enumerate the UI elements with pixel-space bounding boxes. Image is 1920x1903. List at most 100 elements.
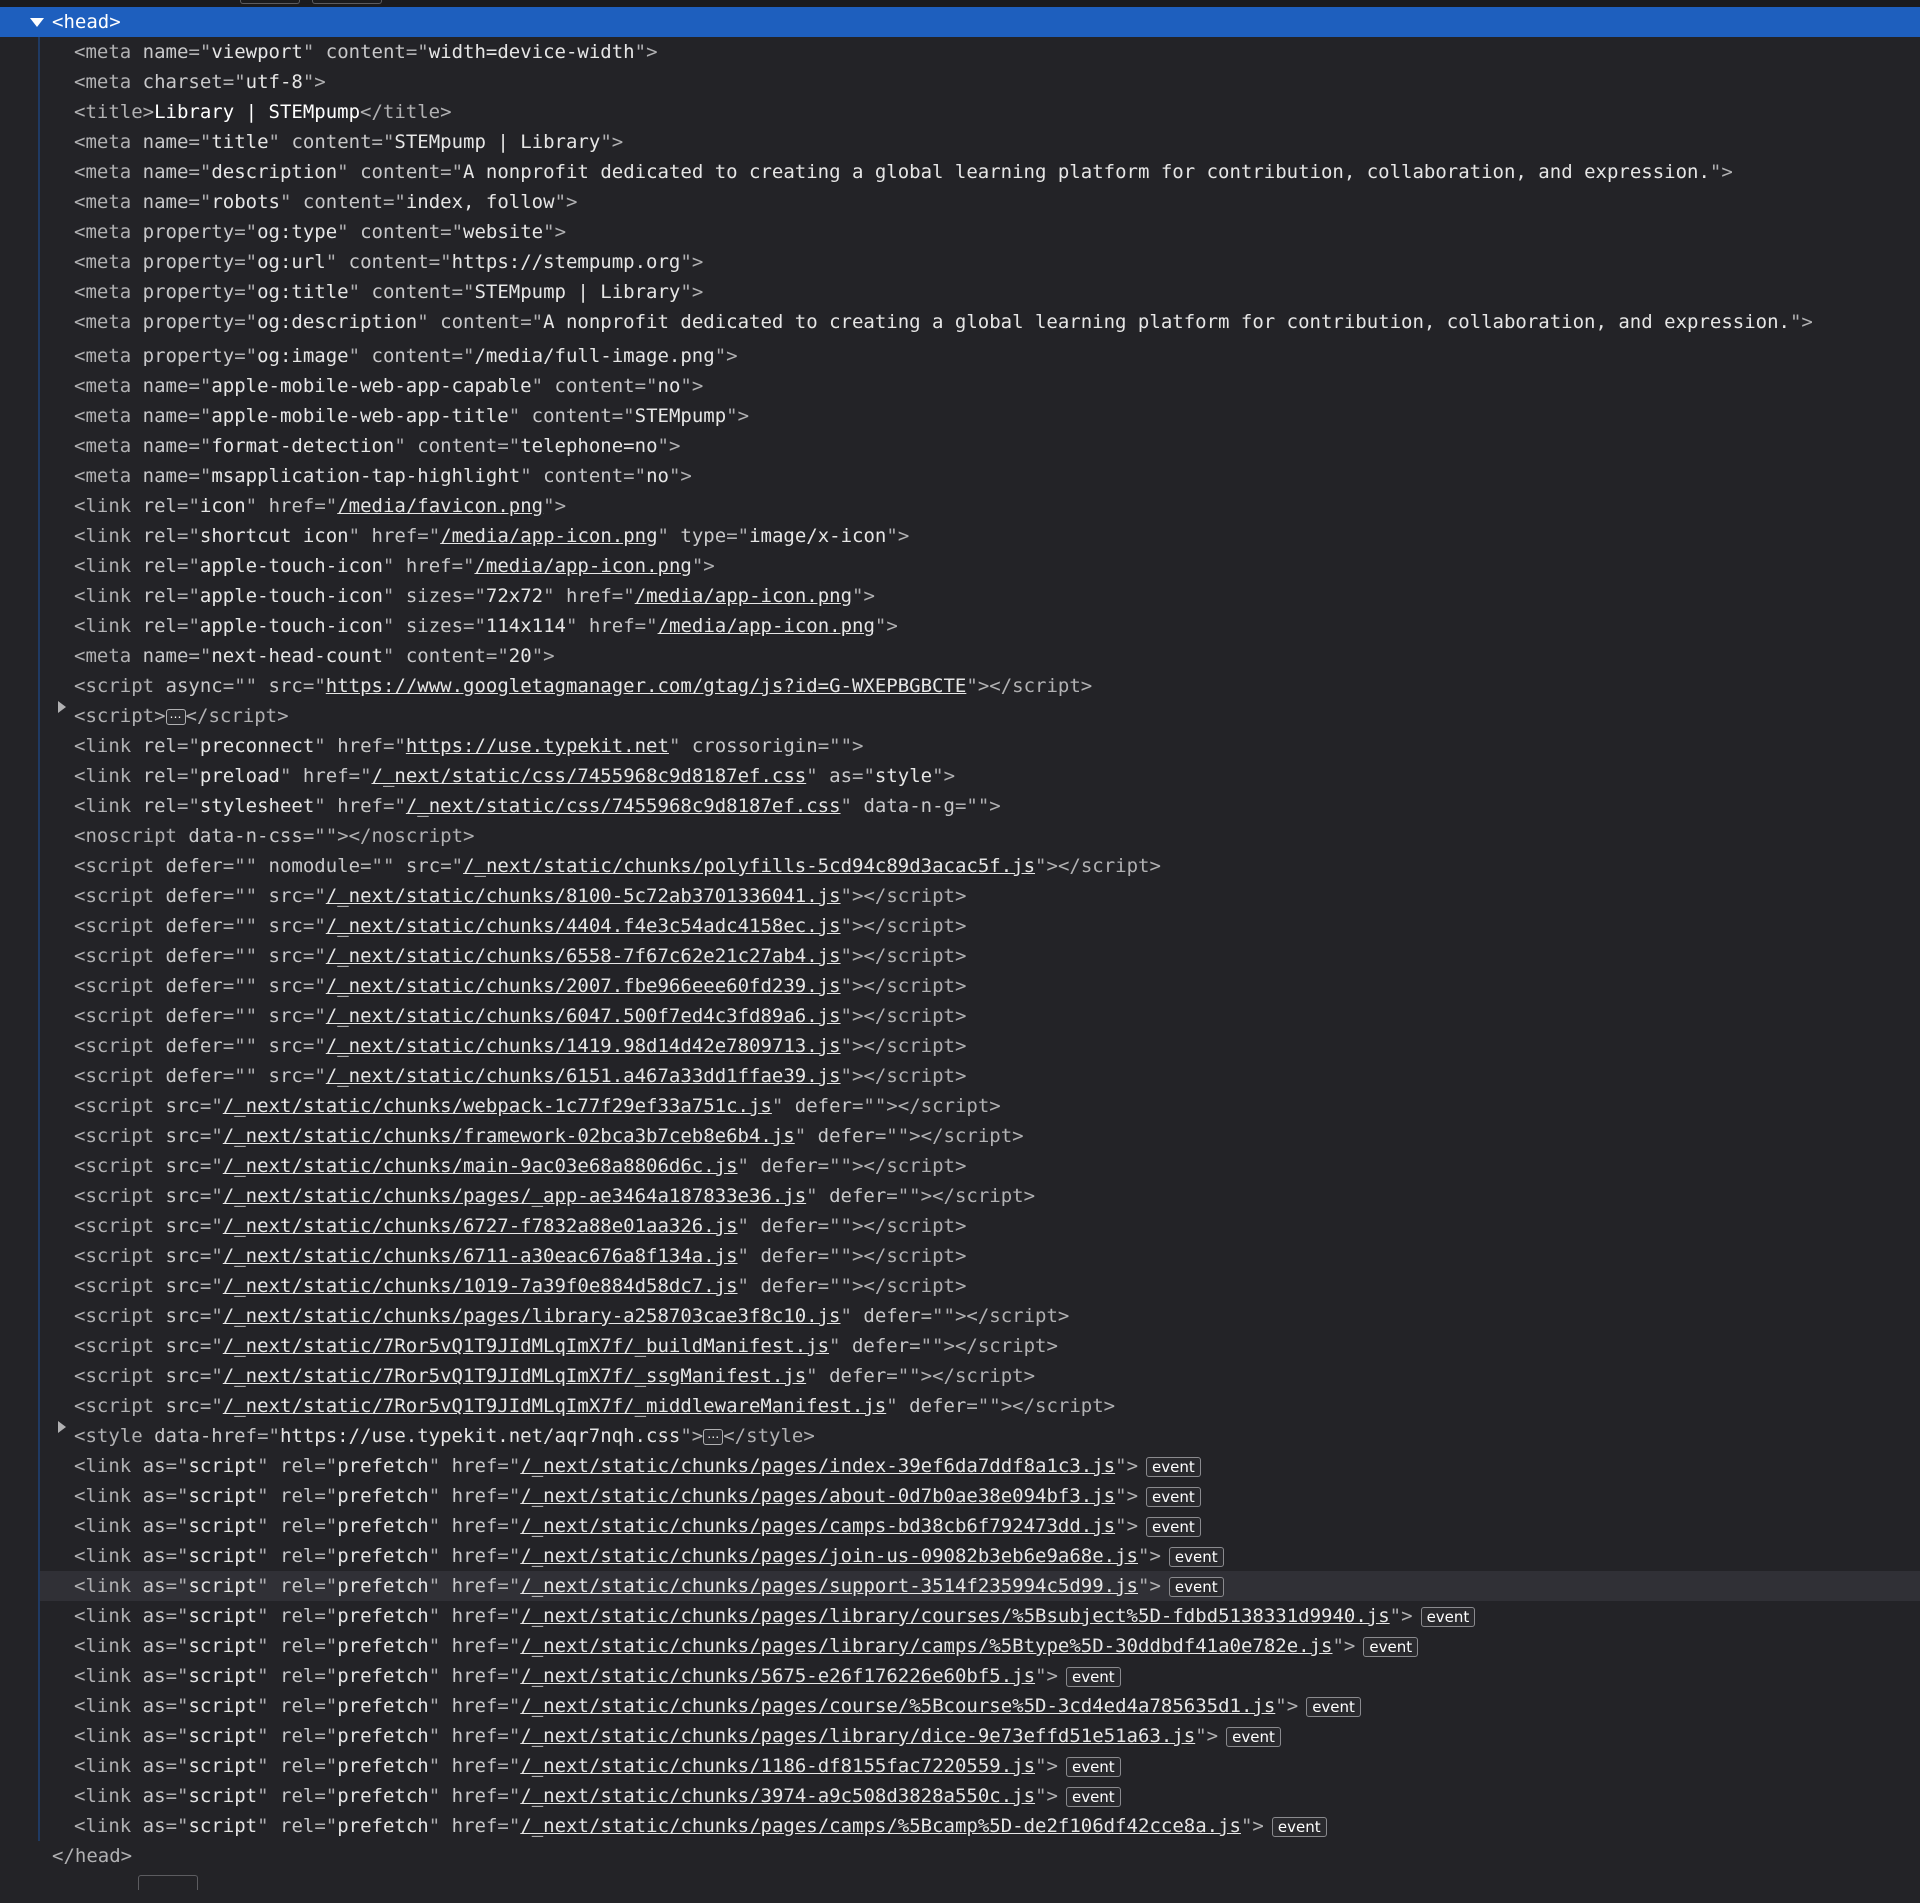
attribute-value[interactable]: /_next/static/chunks/8100-5c72ab37013360… (326, 885, 841, 907)
attribute-value[interactable]: /_next/static/chunks/pages/support-3514f… (520, 1575, 1138, 1597)
dom-node-row[interactable]: <noscript data-n-css=""></noscript> (40, 821, 1920, 851)
attribute-value[interactable]: /_next/static/chunks/pages/index-39ef6da… (520, 1455, 1115, 1477)
attribute-value[interactable]: /_next/static/chunks/pages/camps/%5Bcamp… (520, 1815, 1241, 1837)
dom-node-row[interactable]: <link as="script" rel="prefetch" href="/… (40, 1751, 1920, 1781)
attribute-value[interactable]: /_next/static/chunks/6711-a30eac676a8f13… (223, 1245, 738, 1267)
attribute-value[interactable]: /_next/static/chunks/pages/join-us-09082… (520, 1545, 1138, 1567)
dom-node-row[interactable]: <script src="/_next/static/chunks/pages/… (40, 1301, 1920, 1331)
dom-node-row[interactable]: <link as="script" rel="prefetch" href="/… (40, 1781, 1920, 1811)
ellipsis-icon[interactable]: ⋯ (703, 1428, 724, 1445)
ellipsis-icon[interactable]: ⋯ (165, 708, 186, 725)
event-badge[interactable]: event (1168, 1546, 1224, 1567)
attribute-value[interactable]: /_next/static/chunks/6047.500f7ed4c3fd89… (326, 1005, 841, 1027)
dom-node-row[interactable]: <meta charset="utf-8"> (40, 67, 1920, 97)
attribute-value[interactable]: /_next/static/chunks/6151.a467a33dd1ffae… (326, 1065, 841, 1087)
dom-node-row[interactable]: <link rel="shortcut icon" href="/media/a… (40, 521, 1920, 551)
attribute-value[interactable]: https://www.googletagmanager.com/gtag/js… (326, 675, 967, 697)
dom-node-row[interactable]: <link rel="stylesheet" href="/_next/stat… (40, 791, 1920, 821)
attribute-link[interactable]: /_next/static/css/7455968c9d8187ef.css (406, 795, 841, 817)
dom-node-row[interactable]: <meta name="apple-mobile-web-app-title" … (40, 401, 1920, 431)
attribute-value[interactable]: /_next/static/chunks/1186-df8155fac72205… (520, 1755, 1035, 1777)
dom-node-row[interactable]: <meta name="title" content="STEMpump | L… (40, 127, 1920, 157)
event-badge[interactable]: event (1146, 1486, 1201, 1507)
event-badge[interactable]: event (1420, 1606, 1476, 1627)
dom-node-row[interactable]: <script src="/_next/static/7Ror5vQ1T9JId… (40, 1391, 1920, 1421)
attribute-link[interactable]: /_next/static/chunks/framework-02bca3b7c… (223, 1125, 795, 1147)
attribute-link[interactable]: /_next/static/chunks/main-9ac03e68a8806d… (223, 1155, 738, 1177)
attribute-link[interactable]: /_next/static/chunks/5675-e26f176226e60b… (520, 1665, 1035, 1687)
dom-node-row[interactable]: <script defer="" src="/_next/static/chun… (40, 1001, 1920, 1031)
dom-node-row[interactable]: <meta property="og:description" content=… (40, 307, 1920, 341)
attribute-value[interactable]: /_next/static/css/7455968c9d8187ef.css (372, 765, 807, 787)
attribute-value[interactable]: /_next/static/chunks/pages/library/camps… (520, 1635, 1332, 1657)
dom-node-row[interactable]: <script src="/_next/static/chunks/framew… (40, 1121, 1920, 1151)
attribute-link[interactable]: /_next/static/chunks/2007.fbe966eee60fd2… (326, 975, 841, 997)
dom-node-row[interactable]: <meta name="format-detection" content="t… (40, 431, 1920, 461)
attribute-link[interactable]: /_next/static/chunks/6727-f7832a88e01aa3… (223, 1215, 738, 1237)
attribute-value[interactable]: /media/app-icon.png (635, 585, 852, 607)
attribute-value[interactable]: /_next/static/7Ror5vQ1T9JIdMLqImX7f/_ssg… (223, 1365, 806, 1387)
dom-node-row[interactable]: <link as="script" rel="prefetch" href="/… (40, 1571, 1920, 1601)
attribute-link[interactable]: /_next/static/chunks/pages/about-0d7b0ae… (520, 1485, 1115, 1507)
dom-node-row[interactable]: <script> ⋯ </script> (40, 701, 1920, 731)
dom-node-row[interactable]: <link as="script" rel="prefetch" href="/… (40, 1691, 1920, 1721)
dom-node-row[interactable]: <link as="script" rel="prefetch" href="/… (40, 1601, 1920, 1631)
dom-node-row[interactable]: <meta name="description" content="A nonp… (40, 157, 1920, 187)
head-close-node[interactable]: </head> (0, 1841, 1920, 1871)
attribute-link[interactable]: /_next/static/css/7455968c9d8187ef.css (372, 765, 807, 787)
attribute-link[interactable]: /_next/static/chunks/pages/index-39ef6da… (520, 1455, 1115, 1477)
dom-node-row[interactable]: <meta property="og:url" content="https:/… (40, 247, 1920, 277)
dom-node-row[interactable]: <script defer="" nomodule="" src="/_next… (40, 851, 1920, 881)
dom-node-row[interactable]: <script src="/_next/static/chunks/6727-f… (40, 1211, 1920, 1241)
dom-node-row[interactable]: <title>Library | STEMpump</title> (40, 97, 1920, 127)
attribute-link[interactable]: /_next/static/chunks/6711-a30eac676a8f13… (223, 1245, 738, 1267)
dom-node-row[interactable]: <link as="script" rel="prefetch" href="/… (40, 1511, 1920, 1541)
event-badge[interactable]: event (1363, 1636, 1419, 1657)
attribute-link[interactable]: https://www.googletagmanager.com/gtag/js… (326, 675, 967, 697)
dom-node-row[interactable]: <script async="" src="https://www.google… (40, 671, 1920, 701)
attribute-link[interactable]: https://use.typekit.net (406, 735, 669, 757)
attribute-link[interactable]: /_next/static/chunks/pages/support-3514f… (520, 1575, 1138, 1597)
event-badge[interactable]: event (1065, 1666, 1121, 1687)
attribute-value[interactable]: /_next/static/chunks/pages/library/cours… (520, 1605, 1389, 1627)
dom-node-row[interactable]: <link rel="apple-touch-icon" href="/medi… (40, 551, 1920, 581)
dom-node-row[interactable]: <script src="/_next/static/chunks/main-9… (40, 1151, 1920, 1181)
attribute-value[interactable]: /_next/static/chunks/pages/course/%5Bcou… (520, 1695, 1275, 1717)
dom-node-row[interactable]: <script src="/_next/static/chunks/6711-a… (40, 1241, 1920, 1271)
attribute-value[interactable]: /_next/static/chunks/2007.fbe966eee60fd2… (326, 975, 841, 997)
attribute-link[interactable]: /_next/static/chunks/4404.f4e3c54adc4158… (326, 915, 841, 937)
expand-triangle-icon[interactable] (30, 17, 44, 27)
event-badge[interactable]: event (1146, 1456, 1201, 1477)
dom-node-row[interactable]: <link rel="preconnect" href="https://use… (40, 731, 1920, 761)
attribute-link[interactable]: /media/app-icon.png (658, 615, 875, 637)
attribute-link[interactable]: /media/app-icon.png (474, 555, 691, 577)
dom-node-row[interactable]: <script defer="" src="/_next/static/chun… (40, 911, 1920, 941)
attribute-link[interactable]: /_next/static/chunks/3974-a9c508d3828a55… (520, 1785, 1035, 1807)
dom-node-row[interactable]: <script src="/_next/static/7Ror5vQ1T9JId… (40, 1361, 1920, 1391)
attribute-link[interactable]: /_next/static/chunks/pages/camps/%5Bcamp… (520, 1815, 1241, 1837)
dom-node-row[interactable]: <link as="script" rel="prefetch" href="/… (40, 1451, 1920, 1481)
attribute-value[interactable]: /_next/static/chunks/main-9ac03e68a8806d… (223, 1155, 738, 1177)
head-node-selected[interactable]: <head> (0, 7, 1920, 37)
event-badge[interactable]: event (1168, 1576, 1224, 1597)
dom-node-row[interactable]: <meta name="viewport" content="width=dev… (40, 37, 1920, 67)
dom-node-row[interactable]: <link as="script" rel="prefetch" href="/… (40, 1541, 1920, 1571)
dom-node-row[interactable]: <link rel="icon" href="/media/favicon.pn… (40, 491, 1920, 521)
attribute-link[interactable]: /_next/static/chunks/pages/_app-ae3464a1… (223, 1185, 806, 1207)
dom-node-row[interactable]: <meta name="msapplication-tap-highlight"… (40, 461, 1920, 491)
attribute-link[interactable]: /media/app-icon.png (635, 585, 852, 607)
attribute-link[interactable]: /_next/static/chunks/pages/library/camps… (520, 1635, 1332, 1657)
attribute-value[interactable]: /_next/static/css/7455968c9d8187ef.css (406, 795, 841, 817)
attribute-value[interactable]: /_next/static/7Ror5vQ1T9JIdMLqImX7f/_mid… (223, 1395, 886, 1417)
attribute-link[interactable]: /_next/static/7Ror5vQ1T9JIdMLqImX7f/_ssg… (223, 1365, 806, 1387)
attribute-value[interactable]: /_next/static/chunks/pages/about-0d7b0ae… (520, 1485, 1115, 1507)
dom-node-row[interactable]: <style data-href="https://use.typekit.ne… (40, 1421, 1920, 1451)
attribute-value[interactable]: /media/app-icon.png (658, 615, 875, 637)
attribute-value[interactable]: /_next/static/chunks/5675-e26f176226e60b… (520, 1665, 1035, 1687)
attribute-link[interactable]: /_next/static/7Ror5vQ1T9JIdMLqImX7f/_bui… (223, 1335, 829, 1357)
attribute-link[interactable]: /_next/static/chunks/pages/library/cours… (520, 1605, 1389, 1627)
attribute-value[interactable]: /media/app-icon.png (440, 525, 657, 547)
attribute-link[interactable]: /_next/static/chunks/pages/library/dice-… (520, 1725, 1195, 1747)
attribute-link[interactable]: /media/app-icon.png (440, 525, 657, 547)
dom-node-row[interactable]: <link as="script" rel="prefetch" href="/… (40, 1481, 1920, 1511)
